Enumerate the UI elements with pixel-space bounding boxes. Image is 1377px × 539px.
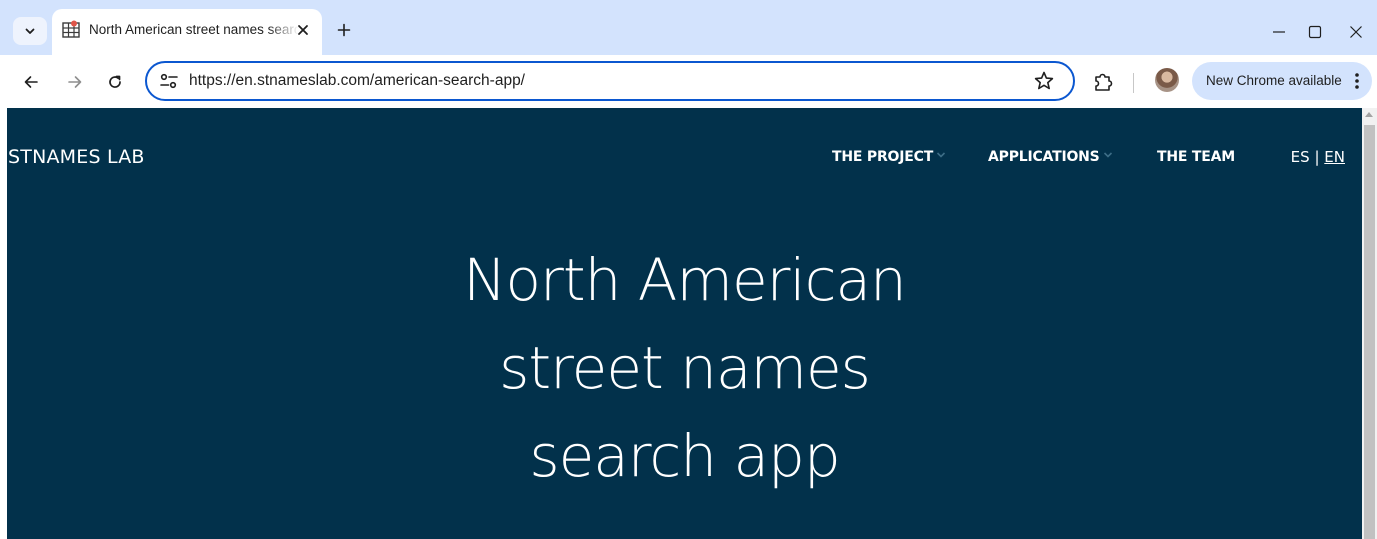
reload-icon bbox=[109, 75, 121, 88]
lang-en-link[interactable]: EN bbox=[1324, 148, 1345, 166]
tab-search-button[interactable] bbox=[13, 17, 47, 45]
nav-item-applications[interactable]: APPLICATIONS bbox=[988, 149, 1113, 165]
toolbar-separator bbox=[1133, 73, 1134, 93]
nav-item-label: APPLICATIONS bbox=[988, 149, 1100, 165]
hero-line: search app bbox=[529, 422, 840, 490]
browser-toolbar: https://en.stnameslab.com/american-searc… bbox=[0, 55, 1377, 108]
close-window-button[interactable] bbox=[1343, 19, 1369, 45]
nav-item-label: THE TEAM bbox=[1157, 149, 1235, 165]
close-tab-button[interactable] bbox=[292, 19, 314, 41]
maximize-button[interactable] bbox=[1302, 19, 1328, 45]
site-logo[interactable]: STNAMES LAB bbox=[8, 146, 145, 168]
plus-icon bbox=[337, 23, 351, 37]
browser-tab-active[interactable]: North American street names search app bbox=[52, 9, 322, 55]
hero-line: street names bbox=[499, 334, 871, 402]
chevron-down-icon bbox=[1103, 152, 1112, 158]
arrow-left-icon bbox=[24, 76, 38, 88]
update-label: New Chrome available bbox=[1206, 73, 1342, 88]
hero-line: North American bbox=[463, 246, 907, 314]
puzzle-icon[interactable] bbox=[1092, 71, 1114, 93]
star-icon[interactable] bbox=[1033, 70, 1055, 92]
chevron-down-icon bbox=[25, 28, 35, 34]
chevron-down-icon bbox=[936, 152, 946, 158]
profile-avatar[interactable] bbox=[1155, 68, 1179, 92]
arrow-right-icon bbox=[68, 76, 82, 88]
address-bar[interactable]: https://en.stnameslab.com/american-searc… bbox=[145, 61, 1075, 101]
map-grid-icon bbox=[62, 20, 80, 38]
scrollbar-thumb[interactable] bbox=[1364, 125, 1375, 539]
kebab-icon[interactable] bbox=[1350, 71, 1364, 91]
minimize-icon bbox=[1273, 31, 1285, 33]
lang-separator: | bbox=[1314, 148, 1320, 166]
minimize-button[interactable] bbox=[1266, 19, 1292, 45]
nav-item-the-project[interactable]: THE PROJECT bbox=[832, 149, 946, 165]
close-icon bbox=[1350, 26, 1362, 38]
nav-item-the-team[interactable]: THE TEAM bbox=[1157, 149, 1235, 165]
new-tab-button[interactable] bbox=[333, 19, 355, 41]
nav-item-label: THE PROJECT bbox=[832, 149, 934, 165]
page-content: STNAMES LAB THE PROJECT APPLICATIONS THE… bbox=[7, 108, 1362, 539]
tab-title: North American street names search app bbox=[89, 22, 299, 37]
language-switcher: ES | EN bbox=[1291, 148, 1345, 166]
scroll-up-arrow-icon[interactable] bbox=[1365, 112, 1373, 117]
reload-button[interactable] bbox=[104, 71, 126, 93]
maximize-icon bbox=[1308, 25, 1322, 39]
close-icon bbox=[298, 25, 308, 35]
tune-icon[interactable] bbox=[159, 72, 179, 90]
lang-es-link[interactable]: ES bbox=[1291, 148, 1310, 166]
browser-tab-strip: North American street names search app bbox=[0, 0, 1377, 63]
new-chrome-available-button[interactable]: New Chrome available bbox=[1192, 62, 1372, 100]
page-scrollbar[interactable] bbox=[1362, 108, 1377, 539]
url-text[interactable]: https://en.stnameslab.com/american-searc… bbox=[189, 72, 525, 90]
forward-button[interactable] bbox=[64, 71, 86, 93]
page-title: North American street names search app bbox=[7, 236, 1362, 500]
back-button[interactable] bbox=[20, 71, 42, 93]
